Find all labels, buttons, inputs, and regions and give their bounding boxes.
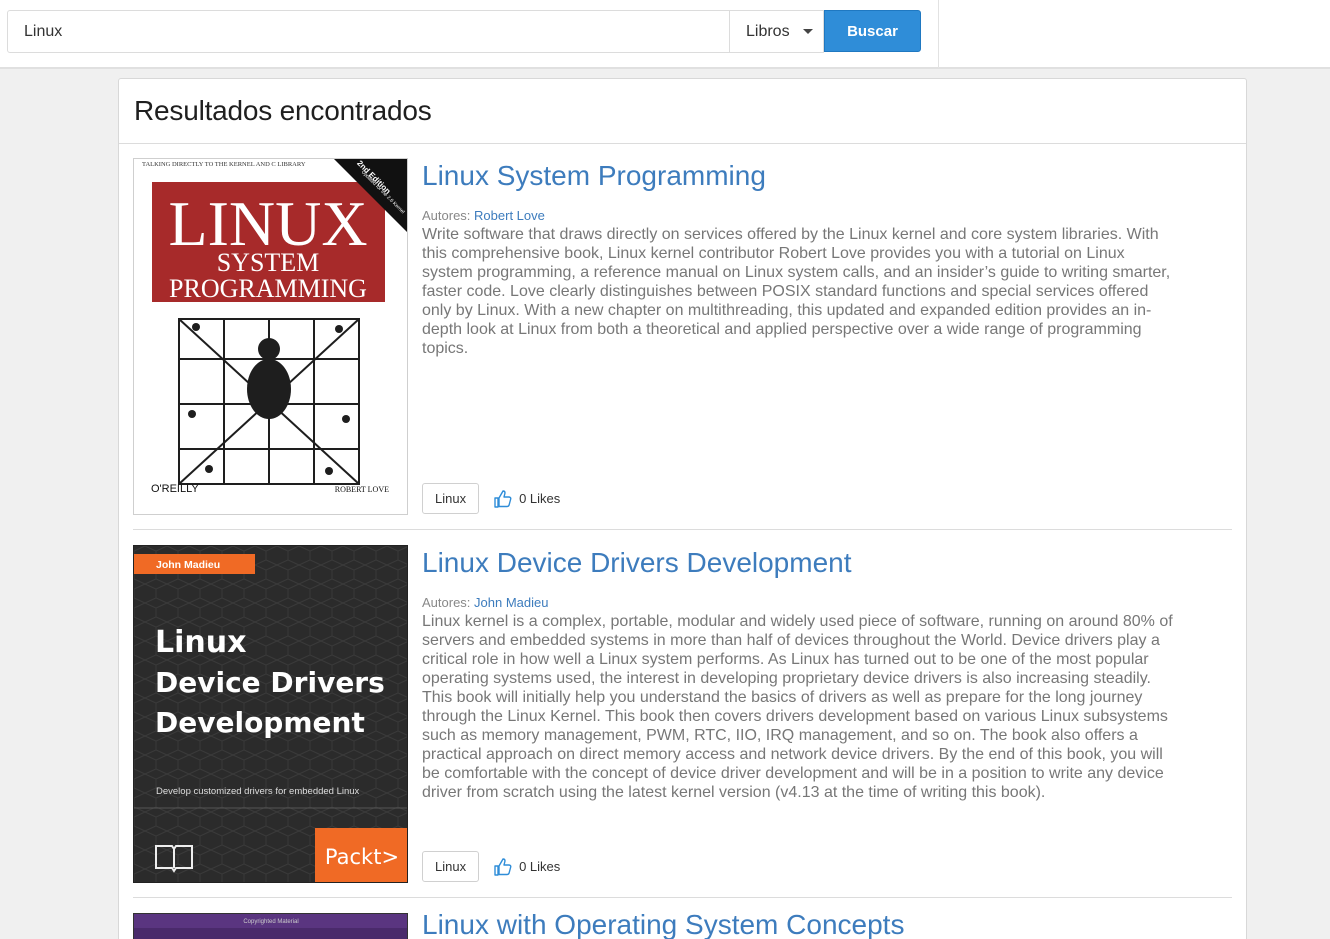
search-input[interactable] <box>7 10 730 53</box>
result-divider <box>133 897 1232 898</box>
book-meta-row: Linux 0 Likes <box>422 851 560 882</box>
result-item: TALKING DIRECTLY TO THE KERNEL AND C LIB… <box>133 158 1233 516</box>
cover-author: ROBERT LOVE <box>335 485 389 494</box>
book-description: Linux kernel is a complex, portable, mod… <box>422 613 1173 801</box>
author-link[interactable]: John Madieu <box>474 595 548 610</box>
book-info: Linux Device Drivers Development Autores… <box>422 545 1182 802</box>
likes-count: 0 Likes <box>519 859 561 874</box>
authors-line: Autores: Robert Love <box>422 207 1182 225</box>
book-title-link[interactable]: Linux with Operating System Concepts <box>422 907 1182 939</box>
cover-publisher: O'REILLY <box>151 483 199 495</box>
book-cover[interactable]: Copyrighted Material <box>133 913 408 939</box>
tag-button[interactable]: Linux <box>422 483 480 514</box>
result-item: Copyrighted Material Linux with Operatin… <box>133 909 1233 939</box>
cover-linux-os-concepts: Copyrighted Material <box>134 914 407 939</box>
thumbs-up-icon[interactable] <box>493 489 513 509</box>
book-title-link[interactable]: Linux System Programming <box>422 158 1182 194</box>
category-selected-label: Libros <box>746 22 790 40</box>
topbar-divider <box>938 0 939 68</box>
book-cover[interactable]: John Madieu Linux Device Drivers Develop… <box>133 545 408 883</box>
book-info: Linux System Programming Autores: Robert… <box>422 158 1182 358</box>
caret-down-icon <box>802 29 813 34</box>
results-title: Resultados encontrados <box>134 95 432 126</box>
book-description: Write software that draws directly on se… <box>422 226 1171 357</box>
top-bar: Libros Buscar <box>0 0 1330 69</box>
cover-top-text: Copyrighted Material <box>243 919 298 925</box>
cover-line3: PROGRAMMING <box>169 274 367 303</box>
panel-header: Resultados encontrados <box>119 79 1246 144</box>
cover-line2: Device Drivers <box>155 666 385 699</box>
book-info: Linux with Operating System Concepts <box>422 909 1182 939</box>
result-item: John Madieu Linux Device Drivers Develop… <box>133 545 1233 883</box>
author-link[interactable]: Robert Love <box>474 208 545 223</box>
results-panel: Resultados encontrados TALKING DIRECTLY … <box>118 78 1247 939</box>
search-button[interactable]: Buscar <box>824 10 921 52</box>
cover-line1: Linux <box>155 625 246 660</box>
cover-line2: SYSTEM <box>217 248 320 277</box>
result-divider <box>133 529 1232 530</box>
cover-top-text: TALKING DIRECTLY TO THE KERNEL AND C LIB… <box>142 161 306 168</box>
authors-label: Autores: <box>422 208 471 223</box>
cover-author: John Madieu <box>156 559 220 571</box>
cover-line3: Development <box>155 706 365 739</box>
tag-button[interactable]: Linux <box>422 851 480 882</box>
cover-linux-device-drivers: John Madieu Linux Device Drivers Develop… <box>134 546 407 882</box>
likes-count: 0 Likes <box>519 491 561 506</box>
cover-publisher: Packt> <box>325 845 399 869</box>
book-title-link[interactable]: Linux Device Drivers Development <box>422 545 1182 581</box>
authors-line: Autores: John Madieu <box>422 594 1182 612</box>
thumbs-up-icon[interactable] <box>493 857 513 877</box>
book-meta-row: Linux 0 Likes <box>422 483 560 514</box>
cover-linux-system-programming: TALKING DIRECTLY TO THE KERNEL AND C LIB… <box>134 159 407 514</box>
authors-label: Autores: <box>422 595 471 610</box>
book-cover[interactable]: TALKING DIRECTLY TO THE KERNEL AND C LIB… <box>133 158 408 515</box>
category-dropdown[interactable]: Libros <box>729 10 824 53</box>
cover-subtitle: Develop customized drivers for embedded … <box>156 786 360 797</box>
